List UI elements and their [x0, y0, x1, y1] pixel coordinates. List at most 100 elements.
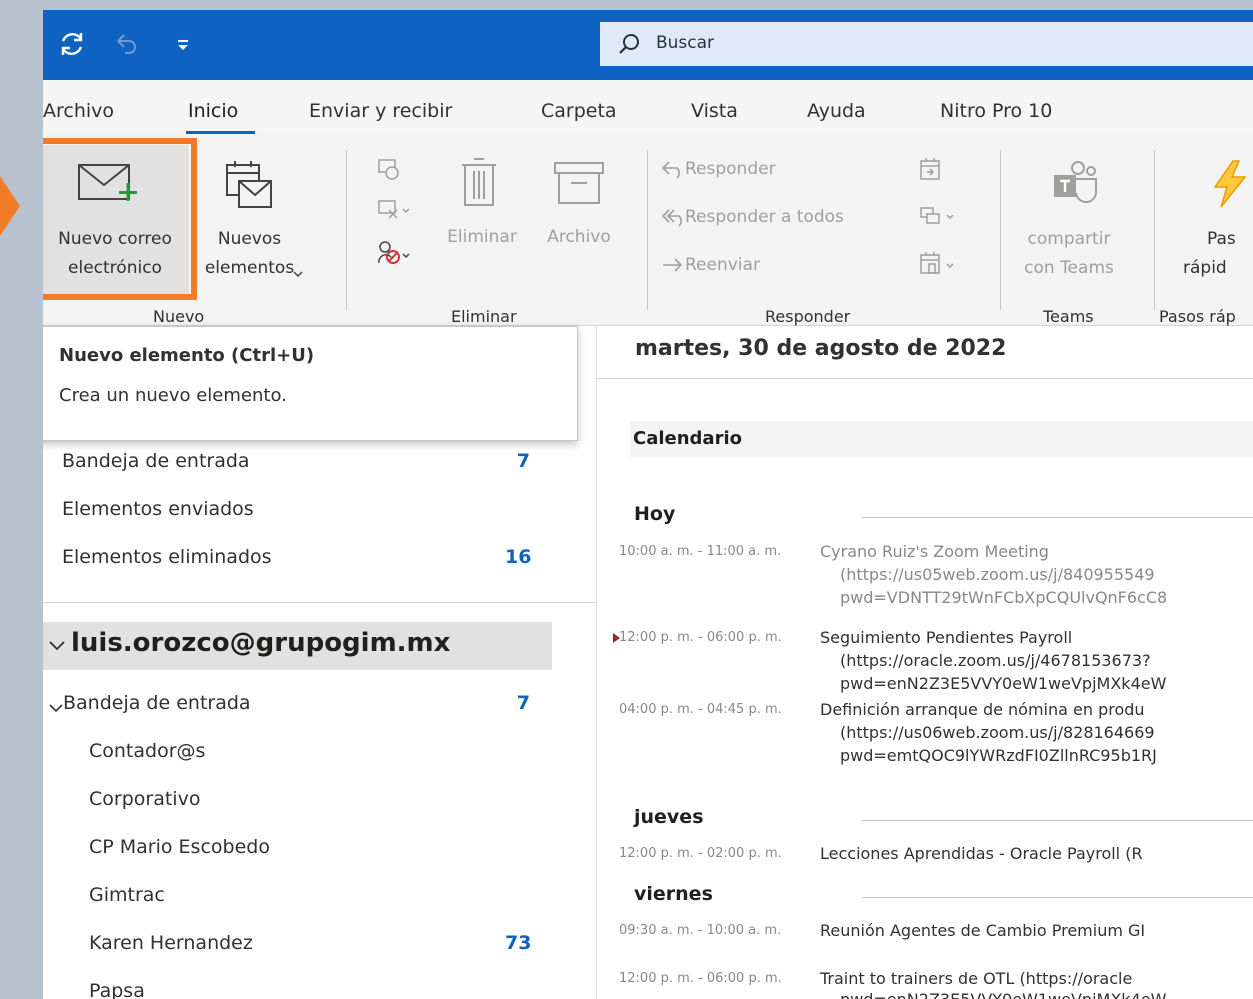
reply-button[interactable]: Responder: [661, 155, 871, 185]
archive-label: Archivo: [547, 227, 611, 247]
folder-label: Contador@s: [89, 740, 206, 762]
quick-steps-label-1: Pas: [1207, 229, 1236, 249]
tab-nitro[interactable]: Nitro Pro 10: [940, 100, 1052, 122]
title-bar: Buscar: [43, 10, 1253, 80]
group-label-pasos: Pasos ráp: [1159, 307, 1236, 326]
new-items-label-1: Nuevos: [217, 229, 282, 249]
reply-all-icon: [661, 207, 687, 231]
reply-label: Responder: [685, 159, 776, 179]
cleanup-icon[interactable]: [377, 198, 413, 226]
group-label-eliminar: Eliminar: [451, 307, 517, 326]
calendar-section-label: Calendario: [633, 428, 742, 449]
folder-label: Papsa: [89, 980, 145, 999]
reply-all-label: Responder a todos: [685, 207, 844, 227]
unread-count: 73: [505, 932, 532, 954]
trash-icon: [462, 157, 496, 211]
chevron-down-icon: [48, 638, 66, 657]
tab-archivo[interactable]: Archivo: [43, 100, 114, 122]
archive-icon: [553, 161, 605, 209]
menu-bar: Archivo Inicio Enviar y recibir Carpeta …: [43, 80, 1253, 135]
event-time: 12:00 p. m. - 02:00 p. m.: [619, 846, 782, 861]
ribbon: Nuevo correo electrónico Nuevos elemento…: [43, 135, 1253, 326]
account-email: luis.orozco@grupogim.mx: [71, 628, 451, 658]
forward-button[interactable]: Reenviar: [661, 251, 871, 281]
unread-count: 7: [516, 692, 530, 714]
day-heading-thursday: jueves: [634, 806, 704, 828]
account-header[interactable]: luis.orozco@grupogim.mx: [43, 622, 552, 670]
folder-label: Gimtrac: [89, 884, 165, 906]
day-separator: [862, 820, 1253, 821]
left-background-strip: [0, 0, 43, 999]
new-items-label-2: elementos: [204, 258, 295, 278]
tab-ayuda[interactable]: Ayuda: [807, 100, 866, 122]
tab-enviar-recibir[interactable]: Enviar y recibir: [309, 100, 452, 122]
teams-icon: [1052, 159, 1098, 207]
event-title: Lecciones Aprendidas - Oracle Payroll (R: [820, 844, 1143, 863]
quick-steps-label-2: rápid: [1183, 258, 1227, 278]
new-item-tooltip: Nuevo elemento (Ctrl+U) Crea un nuevo el…: [43, 326, 578, 441]
folder-label: Bandeja de entrada: [63, 692, 251, 714]
event-title: Cyrano Ruiz's Zoom Meeting: [820, 542, 1049, 561]
event-detail: pwd=enN2Z3E5VVY0eW1weVpjMXk4eW: [840, 988, 1166, 999]
share-teams-button[interactable]: compartir con Teams: [1014, 145, 1124, 295]
folder-label: Elementos eliminados: [62, 546, 272, 568]
event-detail: (https://us05web.zoom.us/j/840955549: [840, 565, 1155, 584]
folder-label: Corporativo: [89, 788, 201, 810]
divider: [597, 378, 1253, 379]
more-respond-icon[interactable]: [919, 251, 959, 281]
im-reply-icon[interactable]: [919, 205, 959, 233]
search-box[interactable]: Buscar: [600, 22, 1253, 66]
event-detail: pwd=emtQOC9lYWRzdFI0ZllnRC95b1RJ: [840, 746, 1157, 765]
tab-inicio[interactable]: Inicio: [188, 100, 238, 122]
event-time: 12:00 p. m. - 06:00 p. m.: [619, 630, 782, 645]
unread-count: 7: [516, 450, 530, 472]
event-time: 09:30 a. m. - 10:00 a. m.: [619, 923, 782, 938]
new-items-icon: [225, 159, 273, 217]
ignore-icon[interactable]: [377, 157, 401, 185]
delete-button[interactable]: Eliminar: [438, 145, 526, 255]
highlight-box: [43, 138, 197, 300]
event-detail: (https://oracle.zoom.us/j/4678153673?: [840, 651, 1151, 670]
tooltip-title: Nuevo elemento (Ctrl+U): [59, 345, 315, 366]
group-label-teams: Teams: [1043, 307, 1094, 326]
tooltip-description: Crea un nuevo elemento.: [59, 385, 287, 406]
day-separator: [862, 517, 1253, 518]
unread-count: 16: [505, 546, 532, 568]
lightning-icon: [1207, 159, 1251, 213]
reply-icon: [661, 159, 687, 183]
quick-steps-button[interactable]: Pas rápid: [1167, 145, 1253, 295]
meeting-reply-icon[interactable]: [919, 157, 943, 187]
new-items-button[interactable]: Nuevos elementos: [197, 145, 303, 295]
day-heading-today: Hoy: [634, 503, 676, 525]
folder-label: CP Mario Escobedo: [89, 836, 270, 858]
search-icon: [618, 33, 640, 59]
calendar-section-header[interactable]: Calendario: [630, 421, 1253, 457]
folder-label: Bandeja de entrada: [62, 450, 250, 472]
forward-arrow-icon: [661, 255, 687, 279]
separator: [1000, 150, 1001, 310]
customize-toolbar-icon[interactable]: [175, 29, 191, 61]
event-detail: pwd=enN2Z3E5VVY0eW1weVpjMXk4eW: [840, 674, 1167, 693]
reply-all-button[interactable]: Responder a todos: [661, 203, 911, 233]
folder-label: Elementos enviados: [62, 498, 254, 520]
folder-pane: Bandeja de entrada 7 Elementos enviados …: [43, 326, 596, 999]
event-title: Traint to trainers de OTL (https://oracl…: [820, 969, 1133, 988]
event-title: Definición arranque de nómina en produ: [820, 700, 1145, 719]
group-label-responder: Responder: [765, 307, 851, 326]
active-tab-indicator: [186, 131, 255, 134]
sync-icon[interactable]: [57, 29, 87, 61]
event-detail: pwd=VDNTT29tWnFCbXpCQUlvQnF6cC8: [840, 588, 1168, 607]
group-label-nuevo: Nuevo: [153, 307, 205, 326]
junk-icon[interactable]: [377, 239, 413, 271]
archive-button[interactable]: Archivo: [537, 145, 621, 255]
undo-icon[interactable]: [113, 29, 139, 61]
event-time: 10:00 a. m. - 11:00 a. m.: [619, 544, 782, 559]
delete-label: Eliminar: [447, 227, 517, 247]
tab-vista[interactable]: Vista: [691, 100, 738, 122]
folder-label: Karen Hernandez: [89, 932, 253, 954]
share-teams-label-1: compartir: [1027, 229, 1111, 249]
agenda-date: martes, 30 de agosto de 2022: [635, 336, 1007, 361]
separator: [647, 150, 648, 310]
event-title: Reunión Agentes de Cambio Premium GI: [820, 921, 1146, 940]
tab-carpeta[interactable]: Carpeta: [541, 100, 617, 122]
